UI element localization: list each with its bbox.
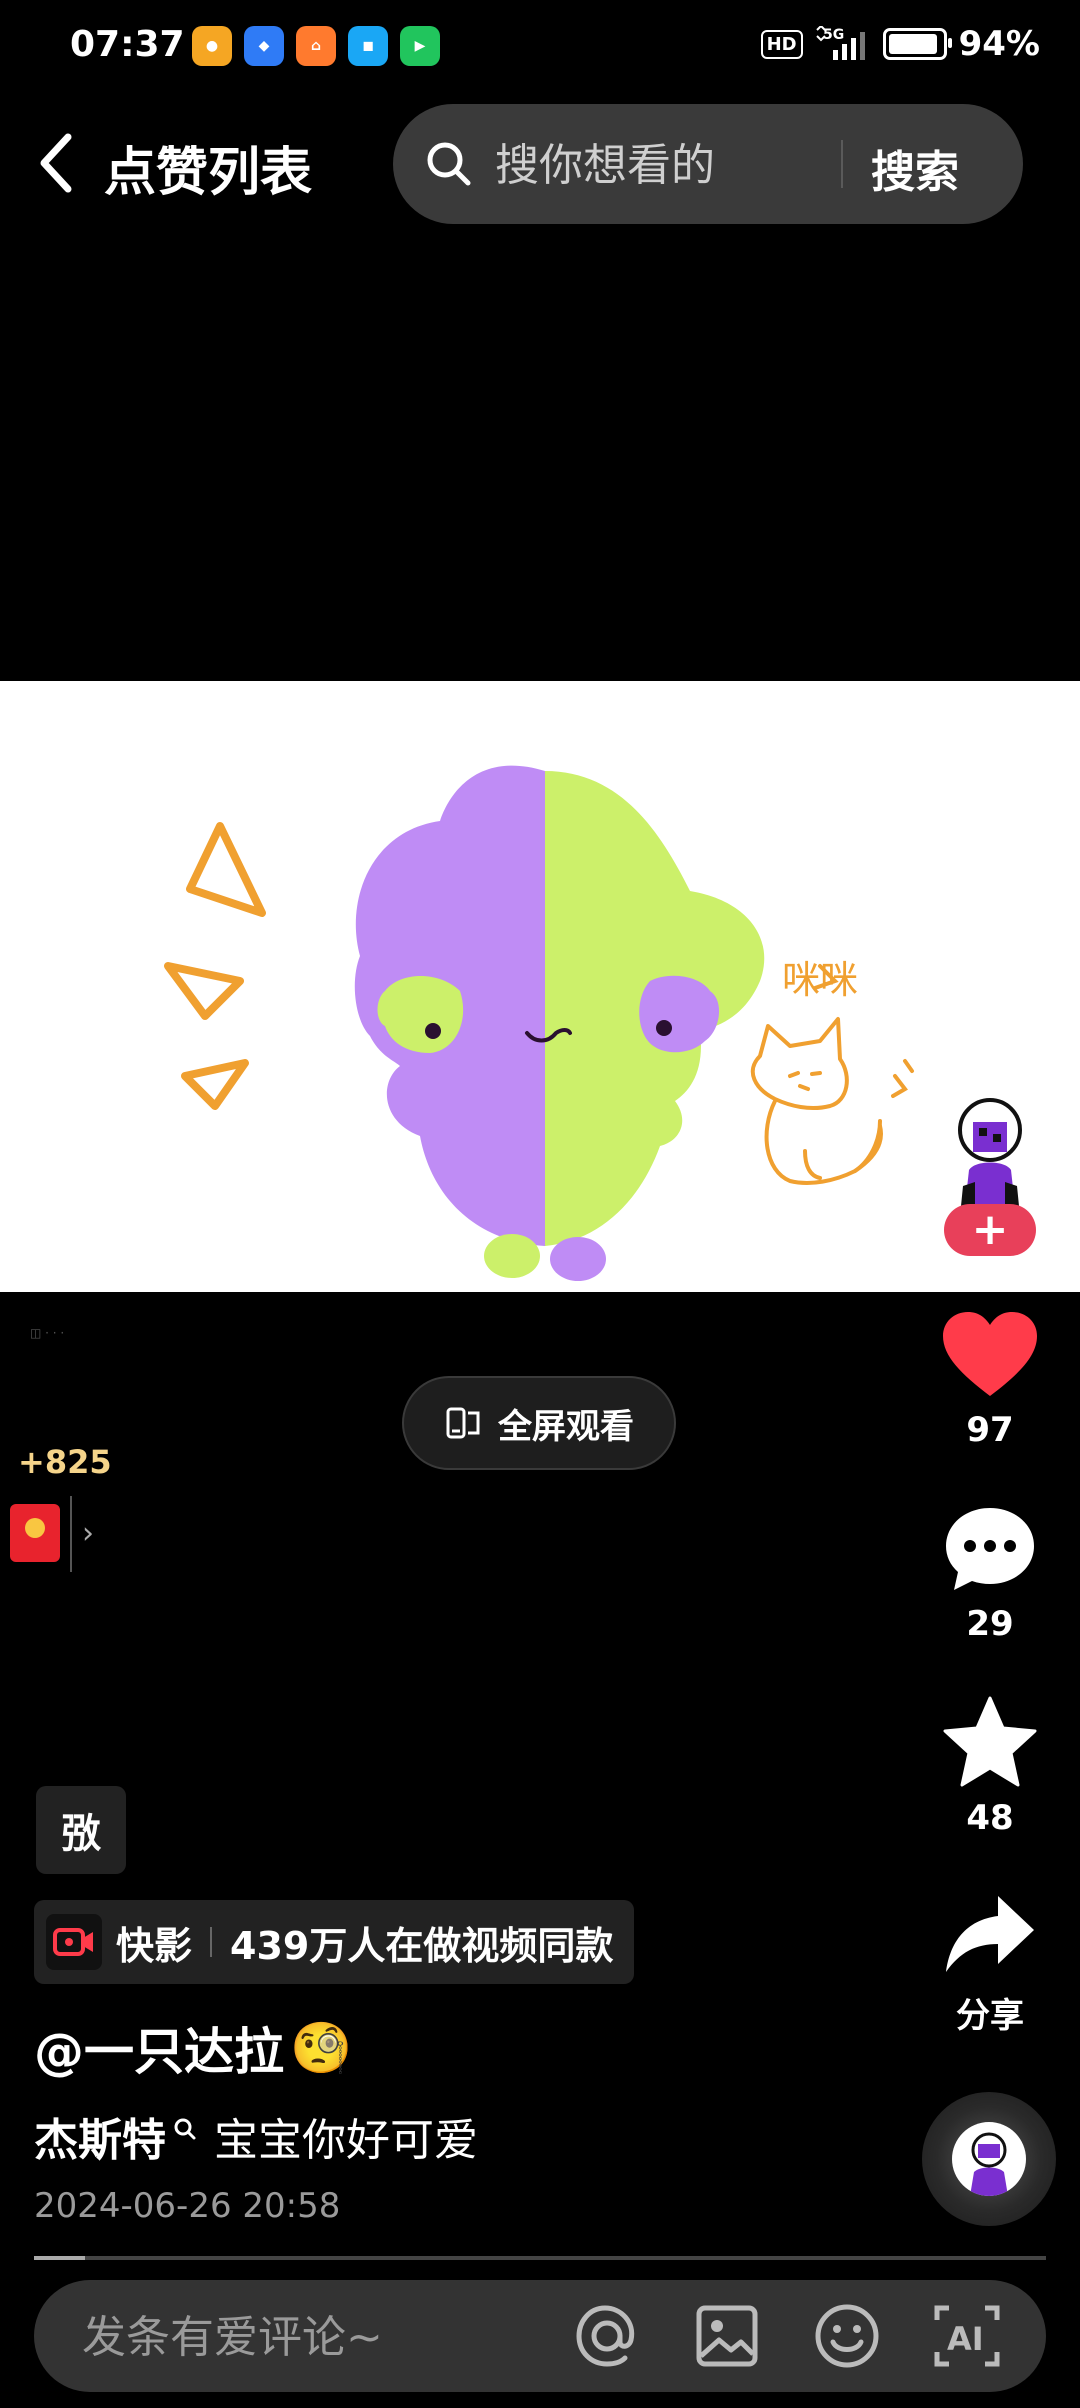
chevron-left-icon <box>40 133 72 193</box>
search-bar[interactable]: 搜索 <box>393 104 1023 224</box>
notification-icons: ● ◆ ⌂ ◼ ▶ <box>192 26 440 66</box>
status-time: 07:37 <box>70 24 185 65</box>
baidu-icon: ◆ <box>244 26 284 66</box>
hd-icon: HD <box>760 29 803 59</box>
browser-icon: ◼ <box>348 26 388 66</box>
comment-count: 29 <box>966 1604 1014 1644</box>
search-input[interactable] <box>493 134 827 196</box>
ai-icon: AI <box>934 2305 1000 2367</box>
author-emoji: 🧐 <box>290 2018 353 2077</box>
heart-icon <box>943 1312 1037 1396</box>
video-progress-bar[interactable] <box>34 2256 1046 2260</box>
reward-count: +825 <box>18 1443 112 1481</box>
author-name[interactable]: @一只达拉 🧐 <box>34 2012 352 2084</box>
search-divider <box>841 140 843 188</box>
comment-bar: AI <box>34 2280 1046 2392</box>
image-button[interactable] <box>692 2301 762 2371</box>
character-foot <box>550 1237 606 1281</box>
share-button[interactable]: 分享 <box>920 1892 1060 2037</box>
sketch-cat <box>750 1017 883 1185</box>
creator-avatar-image <box>958 1098 1022 1206</box>
music-cover <box>952 2122 1026 2196</box>
video-watermark: ◫ · · · <box>30 1326 65 1340</box>
template-bar[interactable]: 快影 439万人在做视频同款 <box>34 1900 634 1984</box>
comment-icon <box>946 1508 1034 1590</box>
edit-chip[interactable]: 㢸 <box>36 1786 126 1874</box>
music-disc[interactable] <box>922 2092 1056 2226</box>
favorite-count: 48 <box>966 1798 1014 1838</box>
image-icon <box>696 2305 758 2367</box>
iqiyi-icon: ▶ <box>400 26 440 66</box>
mention-button[interactable] <box>572 2301 642 2371</box>
star-icon <box>943 1696 1037 1787</box>
at-icon <box>576 2305 635 2367</box>
sketch-triangle <box>181 1059 249 1110</box>
kuaiying-icon <box>46 1914 102 1970</box>
follow-button[interactable]: + <box>944 1204 1036 1256</box>
share-icon <box>946 1896 1034 1972</box>
search-icon <box>427 142 471 186</box>
red-packet-icon[interactable] <box>10 1504 60 1562</box>
character-foot <box>484 1234 540 1278</box>
template-separator <box>210 1927 213 1957</box>
svg-text:5G: 5G <box>823 27 844 43</box>
creator-avatar[interactable] <box>955 1098 1025 1206</box>
sketch-annotation-text: 咪咪 <box>782 958 858 1002</box>
fullscreen-label: 全屏观看 <box>498 1406 634 1447</box>
template-app-name: 快影 <box>116 1923 193 1968</box>
character-left-eye <box>425 1023 441 1039</box>
status-indicators: HD 5G 94% <box>760 24 1040 64</box>
emoji-button[interactable] <box>812 2301 882 2371</box>
chevron-right-icon[interactable]: › <box>82 1516 94 1551</box>
home-app-icon: ⌂ <box>296 26 336 66</box>
like-count: 97 <box>966 1410 1014 1450</box>
weibo-icon: ● <box>192 26 232 66</box>
back-button[interactable] <box>38 128 88 198</box>
search-button[interactable]: 搜索 <box>871 136 959 200</box>
author-handle: @一只达拉 <box>34 2023 284 2081</box>
video-frame-illustration: 咪咪 <box>164 765 914 1281</box>
fullscreen-button[interactable]: 全屏观看 <box>402 1376 676 1470</box>
search-icon <box>174 2118 196 2140</box>
page-title: 点赞列表 <box>104 143 313 203</box>
caption-text: 宝宝你好可爱 <box>214 2115 478 2166</box>
fullscreen-icon <box>446 1407 480 1439</box>
like-button[interactable]: 97 <box>920 1310 1060 1450</box>
sketch-marks <box>891 1059 914 1098</box>
video-player[interactable]: 咪咪 <box>0 681 1080 1292</box>
red-packet-divider <box>70 1496 72 1572</box>
template-text: 439万人在做视频同款 <box>230 1923 614 1968</box>
sketch-triangle <box>164 962 244 1020</box>
battery-percent: 94% <box>958 24 1040 64</box>
caption: 杰斯特 宝宝你好可爱 <box>34 2104 478 2168</box>
emoji-icon <box>815 2304 879 2368</box>
post-timestamp: 2024-06-26 20:58 <box>34 2186 341 2226</box>
svg-text:AI: AI <box>947 2320 984 2358</box>
caption-tag[interactable]: 杰斯特 <box>34 2104 166 2168</box>
character-right-eye <box>656 1020 672 1036</box>
share-label: 分享 <box>956 1996 1024 2036</box>
favorite-button[interactable]: 48 <box>920 1696 1060 1838</box>
comment-input[interactable] <box>80 2304 564 2370</box>
comment-button[interactable]: 29 <box>920 1504 1060 1644</box>
signal-icon: 5G <box>815 26 865 60</box>
battery-icon <box>882 28 952 60</box>
sketch-triangle <box>186 822 266 917</box>
ai-button[interactable]: AI <box>932 2301 1002 2371</box>
